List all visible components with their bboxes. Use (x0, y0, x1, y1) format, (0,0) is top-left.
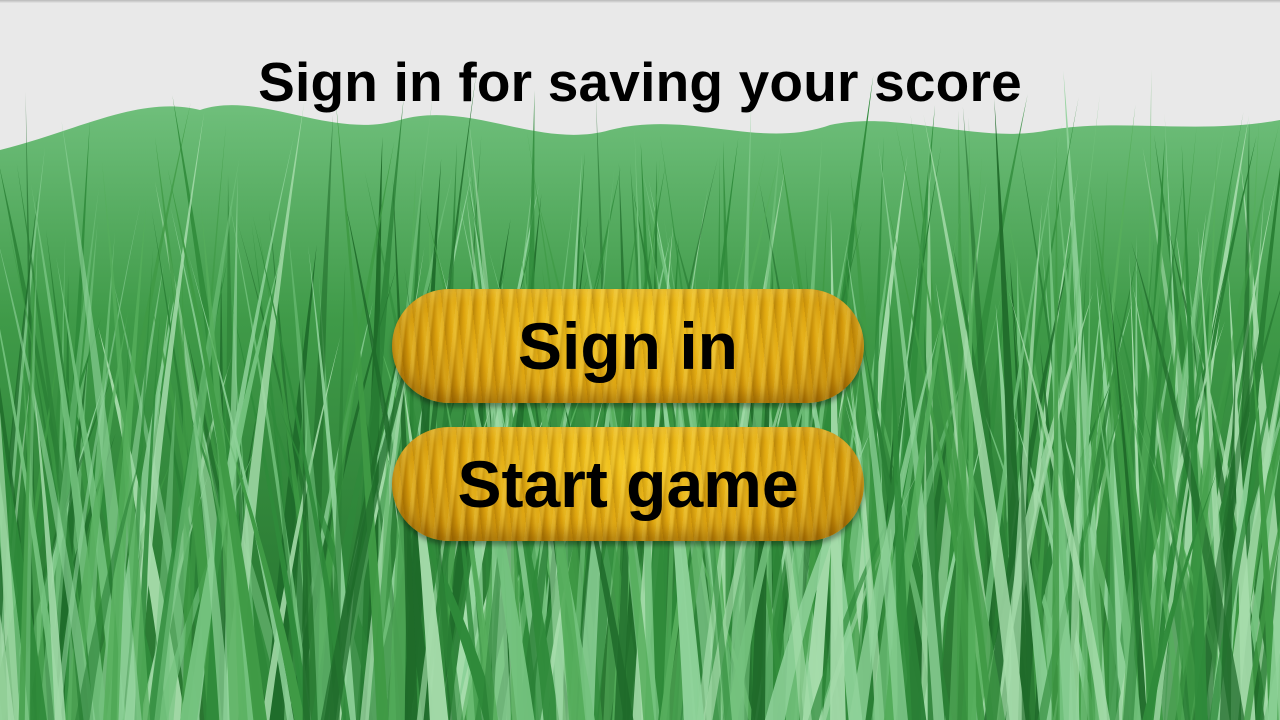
start-game-label: Start game (457, 447, 799, 521)
sign-in-button[interactable]: Sign in (392, 289, 864, 403)
start-game-button[interactable]: Start game (392, 427, 864, 541)
page-title: Sign in for saving your score (258, 51, 1022, 113)
sign-in-label: Sign in (518, 309, 738, 383)
